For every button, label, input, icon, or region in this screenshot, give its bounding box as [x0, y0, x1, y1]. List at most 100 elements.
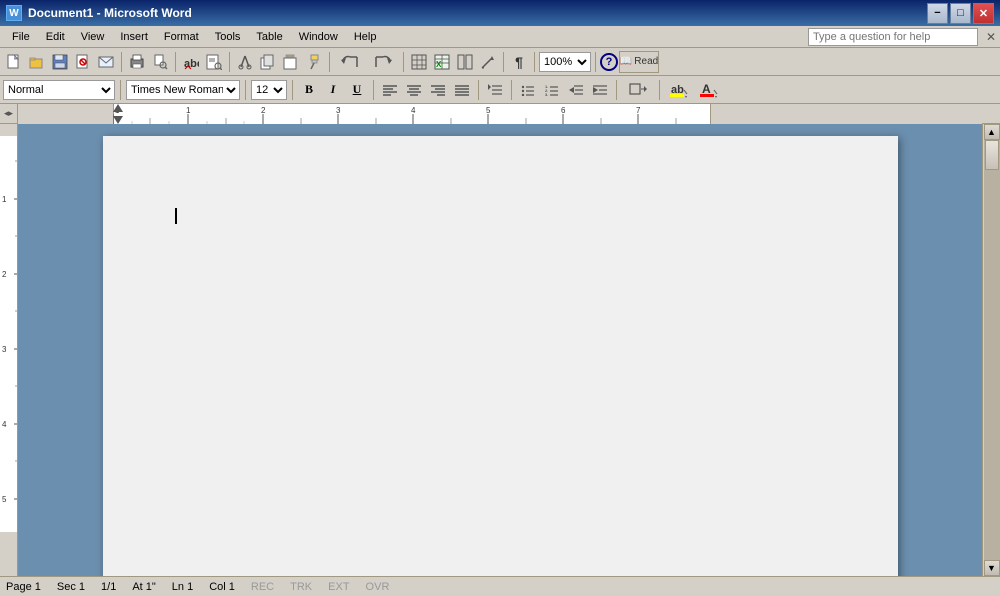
read-label: Read — [634, 56, 658, 67]
spelling-icon: abc — [183, 54, 199, 70]
menu-window[interactable]: Window — [291, 26, 346, 47]
format-painter-icon — [306, 54, 322, 70]
align-left-icon — [383, 84, 397, 96]
format-sep-4 — [373, 80, 374, 100]
print-preview-button[interactable] — [149, 51, 171, 73]
svg-text:3: 3 — [2, 345, 7, 354]
document-page[interactable] — [103, 136, 898, 576]
format-painter-button[interactable] — [303, 51, 325, 73]
vertical-scrollbar[interactable]: ▲ ▼ — [982, 124, 1000, 576]
size-select[interactable]: 12 10 14 16 — [251, 80, 287, 100]
numbering-button[interactable]: 1. 2. 3. — [541, 79, 563, 101]
size-control: 12 10 14 16 — [251, 80, 287, 100]
menu-view[interactable]: View — [73, 26, 113, 47]
menu-edit[interactable]: Edit — [38, 26, 73, 47]
format-sep-1 — [120, 80, 121, 100]
read-button[interactable]: 📖 Read — [619, 51, 659, 73]
scroll-track[interactable] — [984, 140, 1000, 560]
menu-file[interactable]: File — [4, 26, 38, 47]
status-bar: Page 1 Sec 1 1/1 At 1" Ln 1 Col 1 REC TR… — [0, 576, 1000, 596]
minimize-button[interactable]: − — [927, 3, 948, 24]
open-button[interactable] — [26, 51, 48, 73]
paragraph-marks-button[interactable]: ¶ — [508, 51, 530, 73]
ruler-scrollbar-corner — [982, 104, 1000, 123]
scroll-up-button[interactable]: ▲ — [984, 124, 1000, 140]
menu-insert[interactable]: Insert — [112, 26, 156, 47]
help-button[interactable]: ? — [600, 53, 618, 71]
bold-button[interactable]: B — [298, 79, 320, 101]
italic-button[interactable]: I — [322, 79, 344, 101]
font-select[interactable]: Times New Roman Arial Calibri — [126, 80, 240, 100]
new-button[interactable] — [3, 51, 25, 73]
horizontal-ruler: 1 1 2 3 4 5 6 7 — [18, 104, 982, 124]
border-button[interactable] — [622, 79, 654, 101]
maximize-button[interactable]: □ — [950, 3, 971, 24]
redo-icon — [372, 54, 394, 70]
svg-text:5: 5 — [486, 106, 491, 115]
drawing-button[interactable] — [477, 51, 499, 73]
underline-button[interactable]: U — [346, 79, 368, 101]
print-button[interactable] — [126, 51, 148, 73]
help-close-icon[interactable]: ✕ — [986, 30, 996, 44]
toolbar-separator-3 — [229, 52, 230, 72]
line-spacing-button[interactable] — [484, 79, 506, 101]
increase-indent-button[interactable] — [589, 79, 611, 101]
bullets-button[interactable] — [517, 79, 539, 101]
style-select[interactable]: Normal Heading 1 Heading 2 — [3, 80, 115, 100]
cut-button[interactable] — [234, 51, 256, 73]
zoom-select[interactable]: 100% 75% 150% — [539, 52, 591, 72]
toolbar-separator-4 — [329, 52, 330, 72]
menu-tools[interactable]: Tools — [207, 26, 249, 47]
highlight-button[interactable]: ab — [665, 79, 693, 101]
save-button[interactable] — [49, 51, 71, 73]
svg-text:2: 2 — [2, 270, 7, 279]
columns-button[interactable] — [454, 51, 476, 73]
permission-icon — [75, 54, 91, 70]
drawing-icon — [480, 54, 496, 70]
menu-table[interactable]: Table — [248, 26, 290, 47]
justify-button[interactable] — [451, 79, 473, 101]
window-title: Document1 - Microsoft Word — [28, 6, 192, 20]
insert-table-button[interactable] — [408, 51, 430, 73]
standard-toolbar: abc — [0, 48, 1000, 76]
permission-button[interactable] — [72, 51, 94, 73]
align-right-button[interactable] — [427, 79, 449, 101]
spelling-button[interactable]: abc — [180, 51, 202, 73]
email-icon — [98, 54, 114, 70]
insert-table-icon — [411, 54, 427, 70]
increase-indent-icon — [593, 84, 607, 96]
ruler-ticks: 1 1 2 3 4 5 6 7 — [113, 104, 711, 124]
main-area: 1 2 3 4 5 ▲ ▼ — [0, 124, 1000, 576]
ruler-container: ◂▸ 1 1 2 3 4 5 6 — [0, 104, 1000, 124]
read-icon: 📖 — [620, 56, 632, 67]
document-area[interactable] — [18, 124, 982, 576]
redo-button[interactable] — [367, 51, 399, 73]
copy-button[interactable] — [257, 51, 279, 73]
close-button[interactable]: ✕ — [973, 3, 994, 24]
font-color-button[interactable]: A — [695, 79, 723, 101]
align-center-button[interactable] — [403, 79, 425, 101]
insert-excel-button[interactable]: X — [431, 51, 453, 73]
status-page-of: 1/1 — [101, 581, 116, 593]
align-left-button[interactable] — [379, 79, 401, 101]
research-button[interactable] — [203, 51, 225, 73]
help-area: ✕ — [808, 28, 996, 46]
toolbar-separator-8 — [595, 52, 596, 72]
scroll-down-button[interactable]: ▼ — [984, 560, 1000, 576]
scroll-thumb[interactable] — [985, 140, 999, 170]
undo-button[interactable] — [334, 51, 366, 73]
email-button[interactable] — [95, 51, 117, 73]
menu-format[interactable]: Format — [156, 26, 207, 47]
svg-text:1: 1 — [2, 195, 7, 204]
paragraph-icon: ¶ — [515, 54, 523, 70]
line-spacing-icon — [488, 83, 502, 97]
status-col: Col 1 — [209, 581, 235, 593]
paste-button[interactable] — [280, 51, 302, 73]
svg-text:2: 2 — [261, 106, 266, 115]
decrease-indent-button[interactable] — [565, 79, 587, 101]
format-toolbar: Normal Heading 1 Heading 2 Times New Rom… — [0, 76, 1000, 104]
insert-excel-icon: X — [434, 54, 450, 70]
menu-help[interactable]: Help — [346, 26, 385, 47]
format-sep-6 — [511, 80, 512, 100]
help-search-input[interactable] — [808, 28, 978, 46]
